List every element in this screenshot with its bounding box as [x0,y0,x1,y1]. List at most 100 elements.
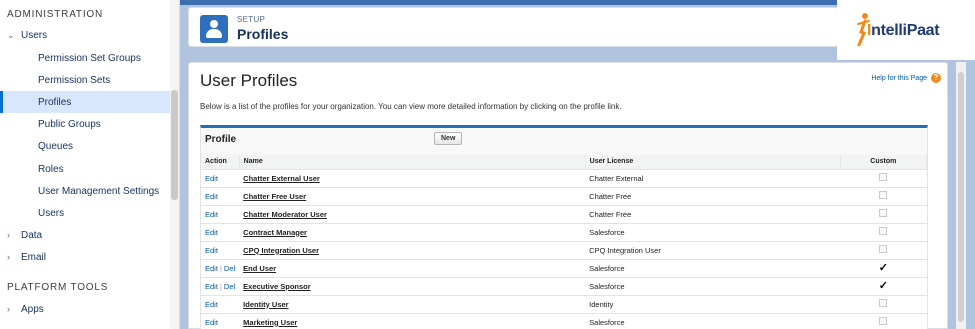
delete-link[interactable]: Del [224,282,235,291]
help-link-label[interactable]: Help for this Page [871,75,927,82]
user-license-cell: CPQ Integration User [585,241,841,260]
user-license-cell: Chatter Free [585,187,841,206]
delete-link[interactable]: Del [224,264,235,273]
profile-name-link[interactable]: Contract Manager [243,228,307,237]
edit-link[interactable]: Edit [205,264,218,273]
user-license-cell: Identity [585,295,841,314]
custom-cell: ✓ [840,259,927,278]
profiles-table: Action Name User License Custom Edit Chat… [201,155,928,329]
sidebar-item-users[interactable]: Users [0,202,170,224]
intellipaat-logo: IntelliPaat [837,0,975,60]
new-profile-button[interactable]: New [434,132,463,145]
sidebar-scrollbar-thumb[interactable] [171,90,178,200]
edit-link[interactable]: Edit [205,174,218,183]
user-profile-icon [200,15,228,43]
edit-link[interactable]: Edit [205,210,218,219]
name-cell: CPQ Integration User [239,241,586,260]
custom-cell [840,205,927,224]
custom-cell [840,187,927,206]
profile-name-link[interactable]: Chatter Free User [243,192,306,201]
name-cell: Chatter External User [239,169,586,188]
sidebar-group-label: Data [21,229,43,241]
sidebar-section-administration: ADMINISTRATION [7,9,104,20]
setup-sidebar: ADMINISTRATION ⌄ Users Permission Set Gr… [0,0,180,329]
edit-link[interactable]: Edit [205,318,218,327]
sidebar-item-permission-set-groups[interactable]: Permission Set Groups [0,47,170,69]
name-cell: Chatter Moderator User [239,205,586,224]
logo-wordmark: IntelliPaat [867,22,940,39]
sidebar-item-queues[interactable]: Queues [0,135,170,157]
user-license-cell: Salesforce [585,313,841,329]
profile-name-link[interactable]: CPQ Integration User [243,246,319,255]
custom-cell [840,295,927,314]
edit-link[interactable]: Edit [205,192,218,201]
table-row: Edit | Del End User Salesforce ✓ [201,259,927,278]
name-cell: End User [239,259,586,278]
sidebar-scrollbar[interactable] [170,0,179,329]
column-header-custom[interactable]: Custom [840,155,928,170]
page-description: Below is a list of the profiles for your… [200,102,622,111]
action-cell: Edit [201,187,240,206]
unchecked-checkbox-icon [879,317,888,325]
column-header-user-license[interactable]: User License [585,155,841,170]
custom-cell [840,169,927,188]
sidebar-item-permission-sets[interactable]: Permission Sets [0,69,170,91]
chevron-down-icon: ⌄ [7,29,15,40]
sidebar-group-users[interactable]: ⌄ Users [0,24,170,46]
sidebar-group-data[interactable]: › Data [0,224,170,246]
sidebar-section-platform-tools: PLATFORM TOOLS [7,282,109,293]
custom-cell [840,313,927,329]
action-cell: Edit [201,313,240,329]
profile-name-link[interactable]: End User [243,264,276,273]
sidebar-item-public-groups[interactable]: Public Groups [0,113,170,135]
table-row: Edit Marketing User Salesforce [201,313,927,329]
profile-name-link[interactable]: Executive Sponsor [243,282,311,291]
help-link[interactable]: Help for this Page ? [871,73,941,83]
page-header: SETUP Profiles [188,7,838,47]
edit-link[interactable]: Edit [205,282,218,291]
edit-link[interactable]: Edit [205,300,218,309]
table-row: Edit Chatter Moderator User Chatter Free [201,205,927,224]
table-row: Edit Chatter External User Chatter Externa… [201,169,927,188]
user-license-cell: Chatter External [585,169,841,188]
sidebar-item-profiles[interactable]: Profiles [0,91,170,113]
content-scrollbar-thumb[interactable] [958,72,964,322]
table-row: Edit Chatter Free User Chatter Free [201,187,927,206]
profile-list-panel: Profile New Action Name User License Cus… [200,125,928,329]
chevron-right-icon: › [7,304,10,314]
sidebar-item-roles[interactable]: Roles [0,158,170,180]
table-row: Edit Contract Manager Salesforce [201,223,927,242]
action-separator: | [219,263,222,273]
unchecked-checkbox-icon [879,299,888,307]
sidebar-group-apps[interactable]: › Apps [0,298,170,320]
panel-title: Profile [205,134,237,145]
profile-name-link[interactable]: Chatter Moderator User [243,210,327,219]
unchecked-checkbox-icon [879,191,888,199]
user-license-cell: Chatter Free [585,205,841,224]
edit-link[interactable]: Edit [205,246,218,255]
table-row: Edit Identity User Identity [201,295,927,314]
custom-cell: ✓ [840,277,927,296]
sidebar-group-label: Users [21,29,48,41]
edit-link[interactable]: Edit [205,228,218,237]
profile-name-link[interactable]: Marketing User [243,318,297,327]
action-cell: Edit [201,169,240,188]
table-row: Edit CPQ Integration User CPQ Integration … [201,241,927,260]
profile-name-link[interactable]: Identity User [243,300,288,309]
column-header-action[interactable]: Action [201,155,240,170]
action-cell: Edit [201,205,240,224]
sidebar-item-user-management-settings[interactable]: User Management Settings [0,180,170,202]
profile-name-link[interactable]: Chatter External User [243,174,320,183]
user-license-cell: Salesforce [585,277,841,296]
help-icon[interactable]: ? [931,73,941,83]
column-header-name[interactable]: Name [239,155,586,170]
sidebar-group-email[interactable]: › Email [0,246,170,268]
content-scrollbar[interactable] [956,62,966,329]
checkmark-icon: ✓ [878,262,888,274]
custom-cell [840,223,927,242]
custom-cell [840,241,927,260]
checkmark-icon: ✓ [878,280,888,292]
name-cell: Marketing User [239,313,586,329]
user-profiles-heading: User Profiles [200,71,298,90]
name-cell: Identity User [239,295,586,314]
